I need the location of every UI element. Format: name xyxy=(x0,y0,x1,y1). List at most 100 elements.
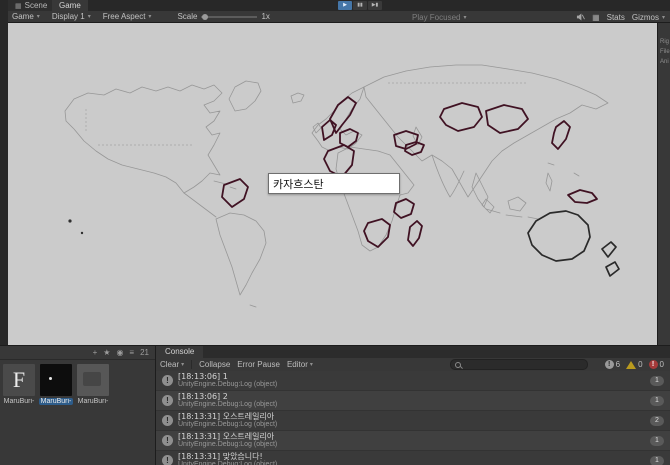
asset-label-selected: MaruBuri- xyxy=(38,398,74,405)
gizmos-dropdown[interactable]: Gizmos ▾ xyxy=(632,13,665,22)
play-focused-dropdown[interactable]: Play Focused ▾ xyxy=(412,11,466,23)
play-button[interactable]: ▶ xyxy=(338,1,352,10)
log-entry[interactable]: ! [18:13:31] 오스트레일리아 UnityEngine.Debug:L… xyxy=(156,411,670,431)
asset-label: MaruBuri- xyxy=(3,398,35,405)
chevron-down-icon: ▾ xyxy=(87,14,91,20)
step-button[interactable]: ▶▮ xyxy=(368,1,382,10)
favorites-star-icon[interactable]: ★ xyxy=(103,348,110,357)
asset-item[interactable]: MaruBuri- xyxy=(76,364,110,405)
collapse-count-badge: 2 xyxy=(650,415,664,426)
menu-icon[interactable]: ≡ xyxy=(129,348,134,357)
scale-value: 1x xyxy=(261,12,270,21)
chevron-down-icon: ▾ xyxy=(661,14,665,21)
chevron-down-icon: ▾ xyxy=(148,14,152,20)
console-search-input[interactable] xyxy=(463,360,583,369)
transport-controls: ▶ ▮▮ ▶▮ xyxy=(338,1,382,10)
error-pause-toggle[interactable]: Error Pause xyxy=(237,360,280,369)
log-message-icon: ! xyxy=(162,455,173,465)
game-toolbar-right: ▦ Stats Gizmos ▾ xyxy=(576,11,665,23)
tab-scene-label: Scene xyxy=(24,1,48,10)
asset-item-selected[interactable]: MaruBuri- xyxy=(38,364,74,405)
log-message: [18:13:31] 맞았습니다! xyxy=(178,452,263,461)
scale-slider-knob[interactable] xyxy=(202,13,209,20)
tab-console[interactable]: Console xyxy=(156,346,204,358)
inspector-clipped-label: Ani xyxy=(660,59,669,65)
item-count-label: 21 xyxy=(140,348,149,357)
console-toolbar: Clear ▾ Collapse Error Pause Editor ▾ ! … xyxy=(156,358,670,372)
collapse-count-badge: 1 xyxy=(650,375,664,386)
game-menu-label: Game xyxy=(12,12,34,21)
divider xyxy=(191,360,193,369)
inspector-clipped-label: Rig xyxy=(660,39,670,45)
panel-tab-bar: ▦ Scene Game ▶ ▮▮ ▶▮ xyxy=(0,0,670,11)
log-message: [18:13:06] 1 xyxy=(178,372,228,381)
chevron-down-icon: ▾ xyxy=(36,14,40,20)
editor-dropdown[interactable]: Editor ▾ xyxy=(287,360,313,369)
chevron-down-icon: ▾ xyxy=(181,362,185,368)
aspect-dropdown[interactable]: Free Aspect ▾ xyxy=(103,12,152,21)
game-viewport[interactable] xyxy=(8,23,657,345)
tab-game[interactable]: Game xyxy=(52,0,88,11)
log-entry[interactable]: ! [18:13:06] 2 UnityEngine.Debug:Log (ob… xyxy=(156,391,670,411)
project-toolbar: + ★ ◉ ≡ 21 xyxy=(0,346,155,360)
chevron-down-icon: ▾ xyxy=(309,362,313,368)
font-asset-thumbnail[interactable]: F xyxy=(3,364,35,396)
pause-button[interactable]: ▮▮ xyxy=(353,1,367,10)
error-count-toggle[interactable]: ! 0 xyxy=(648,360,664,369)
display-dropdown[interactable]: Display 1 ▾ xyxy=(52,12,91,21)
project-panel: + ★ ◉ ≡ 21 F MaruBuri- MaruBuri- MaruBur… xyxy=(0,345,155,465)
asset-label: MaruBuri- xyxy=(77,398,109,405)
log-message-icon: ! xyxy=(162,395,173,406)
inspector-panel-edge[interactable]: Rig File Ani xyxy=(657,23,670,345)
log-stacktrace: UnityEngine.Debug:Log (object) xyxy=(178,381,278,388)
log-entry[interactable]: ! [18:13:06] 1 UnityEngine.Debug:Log (ob… xyxy=(156,371,670,391)
error-count: 0 xyxy=(659,360,664,369)
game-menu-dropdown[interactable]: Game ▾ xyxy=(12,12,40,21)
game-view-toolbar: Game ▾ Display 1 ▾ Free Aspect ▾ Scale 1… xyxy=(8,11,670,23)
display-label: Display 1 xyxy=(51,12,85,21)
warning-count-toggle[interactable]: 0 xyxy=(626,360,643,369)
log-message: [18:13:31] 오스트레일리아 xyxy=(178,412,275,421)
console-panel: Console Clear ▾ Collapse Error Pause Edi… xyxy=(155,345,670,465)
play-focused-label: Play Focused xyxy=(412,12,461,22)
aspect-label: Free Aspect xyxy=(102,12,146,21)
search-icon xyxy=(454,361,461,368)
clear-button[interactable]: Clear ▾ xyxy=(160,360,184,369)
material-asset-thumbnail[interactable] xyxy=(77,364,109,396)
log-stacktrace: UnityEngine.Debug:Log (object) xyxy=(178,441,278,448)
unity-editor-window: ▣ ▦Scene Game ▶ ▮▮ ▶▮ Game ▾ Display 1 ▾… xyxy=(0,0,670,465)
console-tab-bar: Console xyxy=(156,346,670,358)
asset-grid: F MaruBuri- MaruBuri- MaruBuri- xyxy=(2,364,110,405)
clear-label: Clear xyxy=(160,360,180,369)
tab-scene[interactable]: ▦ Scene xyxy=(8,0,55,11)
create-plus-icon[interactable]: + xyxy=(93,348,98,357)
log-count-toggle[interactable]: ! 6 xyxy=(604,360,621,369)
log-stacktrace: UnityEngine.Debug:Log (object) xyxy=(178,461,278,465)
collapse-count-badge: 1 xyxy=(650,435,664,446)
log-message-icon: ! xyxy=(162,375,173,386)
inspector-clipped-label: File xyxy=(660,49,670,55)
scale-label: Scale xyxy=(177,12,198,21)
warning-icon xyxy=(626,360,637,369)
stats-toggle[interactable]: Stats xyxy=(607,13,625,22)
log-entry[interactable]: ! [18:13:31] 오스트레일리아 UnityEngine.Debug:L… xyxy=(156,431,670,451)
scale-control: Scale 1x xyxy=(177,12,269,21)
visibility-eye-icon[interactable]: ◉ xyxy=(116,348,123,357)
texture-asset-thumbnail[interactable] xyxy=(40,364,72,396)
log-entry[interactable]: ! [18:13:31] 맞았습니다! UnityEngine.Debug:Lo… xyxy=(156,451,670,465)
vsync-grid-icon[interactable]: ▦ xyxy=(592,13,600,22)
collapse-toggle[interactable]: Collapse xyxy=(199,360,230,369)
log-icon: ! xyxy=(604,360,614,369)
editor-label: Editor xyxy=(286,360,308,369)
scale-slider[interactable] xyxy=(201,13,258,20)
mute-speaker-icon[interactable] xyxy=(576,13,585,21)
warning-count: 0 xyxy=(638,360,643,369)
country-answer-input[interactable] xyxy=(269,174,399,193)
asset-item-font[interactable]: F MaruBuri- xyxy=(2,364,36,405)
log-count: 6 xyxy=(615,360,621,369)
log-stacktrace: UnityEngine.Debug:Log (object) xyxy=(178,401,278,408)
scene-tab-icon: ▦ xyxy=(15,3,22,10)
log-stacktrace: UnityEngine.Debug:Log (object) xyxy=(178,421,278,428)
log-message: [18:13:31] 오스트레일리아 xyxy=(178,432,275,441)
console-search-field xyxy=(449,359,588,370)
